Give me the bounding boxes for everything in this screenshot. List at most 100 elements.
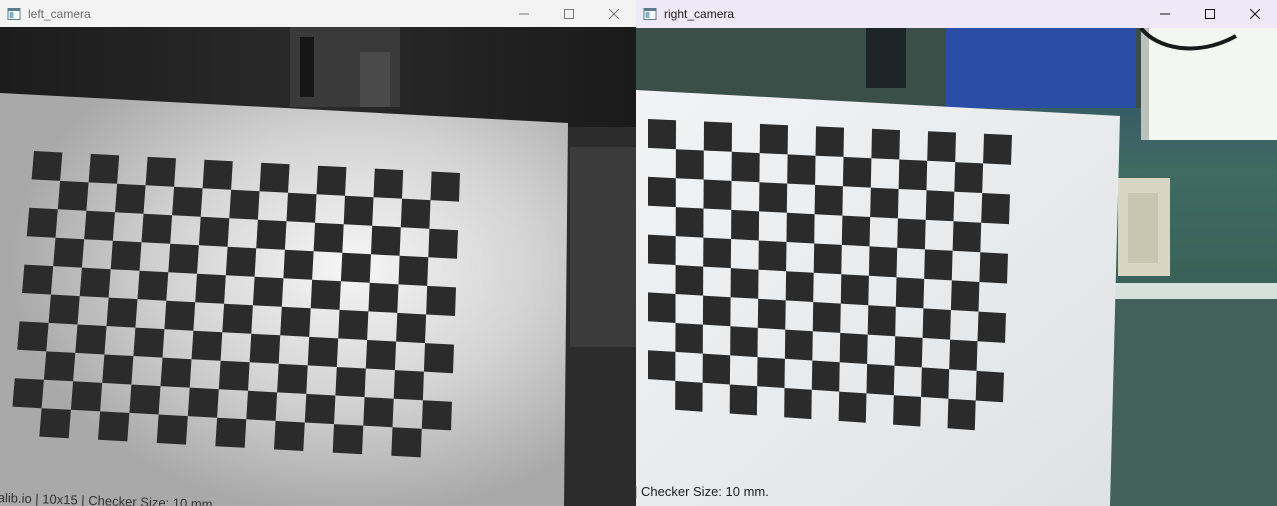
left-camera-feed: alib.io | 10x15 | Checker Size: 10 mm. [0, 27, 636, 506]
maximize-button[interactable] [546, 0, 591, 27]
checker-square [246, 390, 278, 421]
checker-square [316, 165, 347, 196]
checker-square [343, 195, 374, 226]
checker-square [259, 162, 290, 193]
checker-square [949, 339, 978, 371]
checker-square [43, 351, 76, 382]
checker-square [975, 370, 1004, 403]
checker-square [335, 367, 366, 398]
close-button[interactable] [1232, 0, 1277, 28]
close-icon [1249, 9, 1260, 19]
checker-square [274, 420, 305, 451]
checker-square [22, 264, 54, 295]
checker-square [98, 411, 130, 442]
checker-square [191, 330, 223, 361]
checker-square [731, 151, 760, 183]
checker-square [812, 302, 841, 333]
checker-square [277, 363, 308, 394]
minimize-button[interactable] [501, 0, 546, 27]
checker-square [925, 190, 955, 222]
checker-square [218, 360, 250, 391]
checker-square [396, 312, 427, 344]
checker-square [17, 321, 49, 352]
checker-square [675, 380, 703, 412]
checker-square [156, 414, 188, 445]
camera-frame [0, 27, 636, 506]
minimize-button[interactable] [1142, 0, 1187, 28]
checker-square [84, 210, 115, 241]
checker-square [172, 186, 203, 217]
checker-square [648, 176, 676, 208]
checker-square [759, 123, 788, 155]
title-bar[interactable]: right_camera [636, 0, 1277, 28]
checker-square [202, 159, 233, 190]
checker-square [283, 249, 314, 280]
checker-square [813, 243, 842, 275]
maximize-icon [1204, 9, 1215, 19]
checker-square [759, 182, 788, 213]
checker-square [332, 424, 364, 455]
checker-square [897, 218, 926, 250]
checker-square [841, 215, 871, 247]
window-app-icon [643, 8, 657, 20]
checker-square [53, 237, 85, 268]
checker-square [187, 387, 219, 418]
checker-square [815, 126, 844, 157]
checker-square [839, 332, 868, 364]
checker-square [313, 222, 344, 253]
checker-square [31, 151, 63, 181]
window-app-icon [7, 7, 21, 20]
checker-square [145, 156, 176, 187]
checker-square [428, 228, 458, 259]
window-title: right_camera [664, 7, 735, 21]
checker-square [730, 268, 759, 299]
checker-square [703, 237, 732, 269]
close-button[interactable] [591, 0, 636, 27]
checker-square [979, 252, 1008, 284]
checker-square [814, 184, 843, 216]
title-bar[interactable]: left_camera [0, 0, 636, 27]
checker-square [12, 378, 44, 409]
checker-square [141, 213, 173, 244]
checker-square [703, 179, 732, 210]
checker-square [39, 408, 71, 439]
checker-square [48, 294, 80, 325]
calibration-info-text: | Checker Size: 10 mm. [636, 484, 769, 499]
checker-square [400, 198, 431, 229]
checker-square [363, 397, 394, 428]
checker-square [168, 243, 199, 274]
right-camera-window: right_camera | Checker Size: 10 mm. [636, 0, 1277, 506]
checker-square [757, 357, 785, 388]
checker-square [866, 364, 895, 396]
checker-square [88, 153, 120, 184]
checker-square [702, 295, 731, 327]
checker-square [102, 354, 134, 385]
checker-square [371, 225, 401, 256]
checker-square [731, 209, 760, 241]
checker-square [391, 427, 422, 458]
checker-square [280, 306, 311, 337]
checker-square [950, 280, 980, 312]
checker-square [252, 276, 284, 307]
checker-square [675, 265, 704, 296]
window-title: left_camera [28, 6, 91, 21]
checker-square [340, 252, 371, 283]
maximize-button[interactable] [1187, 0, 1232, 28]
checker-square [365, 340, 397, 371]
camera-frame [636, 28, 1277, 506]
checker-square [70, 381, 103, 412]
checker-square [675, 323, 703, 354]
checker-square [368, 282, 399, 313]
checker-square [26, 207, 58, 238]
close-icon [608, 8, 619, 19]
checker-square [164, 300, 196, 331]
checker-square [421, 400, 452, 431]
checker-square [249, 333, 281, 364]
checker-square [868, 246, 898, 278]
checker-square [648, 119, 676, 150]
checker-square [947, 398, 976, 431]
right-camera-feed: | Checker Size: 10 mm. [636, 28, 1277, 506]
checker-square [426, 285, 456, 316]
checker-square [785, 271, 814, 302]
checker-square [842, 156, 872, 188]
